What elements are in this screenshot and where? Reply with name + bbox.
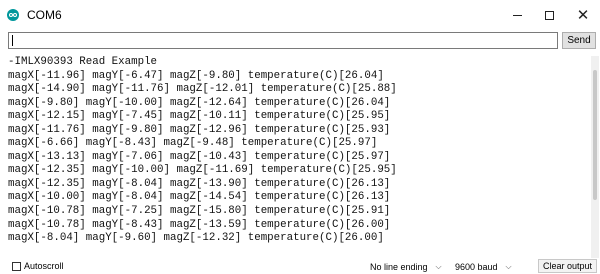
minimize-icon [512, 14, 522, 16]
output-line: magX[-6.66] magY[-8.43] magZ[-9.48] temp… [8, 137, 378, 150]
output-line: magX[-12.35] magY[-8.04] magZ[-13.90] te… [8, 177, 391, 190]
output-line: magX[-10.78] magY[-7.25] magZ[-15.80] te… [8, 205, 391, 218]
output-line: magX[-10.78] magY[-8.43] magZ[-13.59] te… [8, 218, 391, 231]
serial-input[interactable] [8, 32, 558, 49]
output-line: magX[-11.76] magY[-9.80] magZ[-12.96] te… [8, 123, 391, 136]
minimize-button[interactable] [501, 0, 533, 30]
text-caret [12, 35, 13, 46]
clear-output-button[interactable]: Clear output [538, 259, 598, 273]
output-line: magX[-8.04] magY[-9.60] magZ[-12.32] tem… [8, 232, 384, 245]
baud-rate-select[interactable]: 9600 baud ⌵ [455, 260, 512, 273]
status-bar: Autoscroll No line ending ⌵ 9600 baud ⌵ … [0, 258, 600, 274]
window-title: COM6 [27, 8, 62, 22]
chevron-down-icon: ⌵ [505, 261, 512, 271]
serial-output[interactable]: -ȈMLX90393 Read Example magX[-11.96] magY… [8, 56, 590, 256]
scrollbar-thumb[interactable] [593, 70, 597, 200]
serial-monitor-window: COM6 ✕ Send -ȈMLX90393 Read Example magX[… [0, 0, 600, 274]
baud-rate-value: 9600 baud [455, 261, 498, 272]
maximize-button[interactable] [533, 0, 565, 30]
send-bar: Send [0, 30, 600, 54]
line-ending-value: No line ending [370, 261, 428, 272]
output-line: magX[-14.90] magY[-11.76] magZ[-12.01] t… [8, 83, 397, 96]
output-scrollbar[interactable] [591, 56, 599, 258]
arduino-icon [7, 9, 19, 21]
output-line: magX[-10.00] magY[-8.04] magZ[-14.54] te… [8, 191, 391, 204]
output-line: magX[-12.35] magY[-10.00] magZ[-11.69] t… [8, 164, 397, 177]
output-line: magX[-13.13] magY[-7.06] magZ[-10.43] te… [8, 150, 391, 163]
autoscroll-toggle[interactable]: Autoscroll [12, 261, 64, 271]
maximize-icon [544, 10, 554, 20]
chevron-down-icon: ⌵ [435, 261, 442, 271]
output-line: magX[-11.96] magY[-6.47] magZ[-9.80] tem… [8, 69, 384, 82]
output-line: magX[-9.80] magY[-10.00] magZ[-12.64] te… [8, 96, 391, 109]
output-line: -ȈMLX90393 Read Example [8, 56, 158, 68]
close-button[interactable]: ✕ [567, 0, 599, 30]
autoscroll-checkbox[interactable] [12, 261, 21, 271]
line-ending-select[interactable]: No line ending ⌵ [370, 260, 442, 273]
autoscroll-label: Autoscroll [24, 261, 64, 271]
send-button[interactable]: Send [562, 32, 596, 49]
title-bar: COM6 ✕ [0, 0, 600, 30]
output-lines: -ȈMLX90393 Read Example magX[-11.96] magY… [8, 56, 590, 246]
output-line: magX[-12.15] magY[-7.45] magZ[-10.11] te… [8, 110, 391, 123]
close-icon: ✕ [576, 5, 590, 24]
